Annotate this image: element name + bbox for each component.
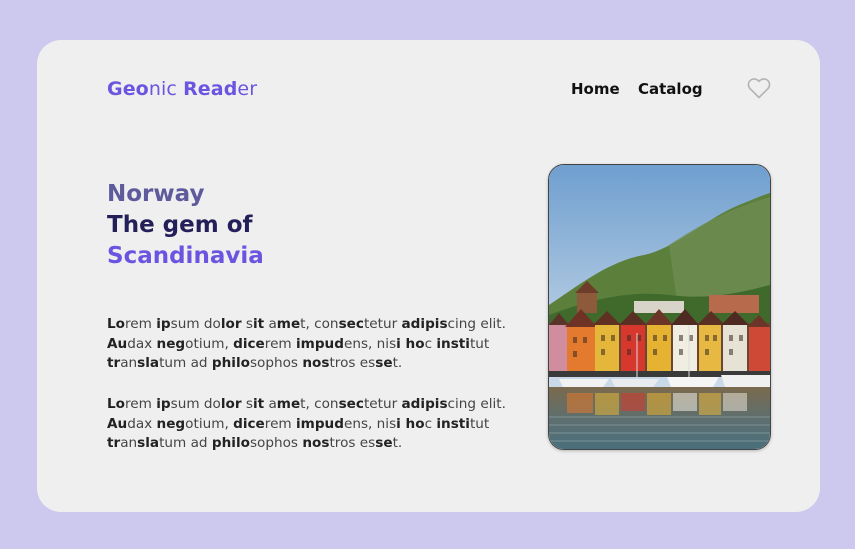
paragraph-text-fragment: it [252,396,265,412]
paragraph-text-fragment: t, con [300,396,339,412]
paragraph-text-fragment: me [276,396,301,412]
paragraph-text-fragment: i ho [396,335,425,352]
paragraph-text-fragment: sum do [170,316,221,332]
paragraph-text-fragment: tut [469,335,490,352]
paragraph-text-fragment: sec [338,316,364,332]
paragraph-text-fragment: t. [392,355,403,372]
paragraph-text-fragment: tr [107,435,121,452]
logo-text-part: er [237,78,258,100]
paragraph-text-fragment: i ho [396,415,425,432]
paragraph-text-fragment: adipis [401,396,448,412]
hero-heading: Norway The gem of Scandinavia [107,179,264,272]
paragraph-text-fragment: tros es [329,355,376,372]
paragraph-text-fragment: rem [125,396,157,412]
paragraph-text-fragment: ens, nis [343,335,397,352]
logo-text-part: Rea [183,78,224,100]
paragraph-text-fragment: cing elit. [447,316,506,332]
paragraph-text-fragment: Lo [107,316,126,332]
paragraph-text-fragment: neg [156,415,186,432]
heart-icon[interactable] [747,77,771,99]
paragraph-text-fragment: a [264,396,277,412]
paragraph-text-fragment: cing elit. [447,396,506,412]
hero-card: Geonic Reader Home Catalog Norway The ge… [37,40,820,512]
app-logo[interactable]: Geonic Reader [107,78,257,100]
paragraph-text-fragment: impud [296,415,344,432]
paragraph-text-fragment: ip [156,316,171,332]
paragraph-text-fragment: tr [107,355,121,372]
paragraph-text-fragment: dice [233,335,265,352]
logo-text-part: Geo [107,78,149,100]
paragraph-text-fragment: sec [338,396,364,412]
paragraph-text-fragment: me [276,316,301,332]
paragraph-text-fragment: an [120,355,138,372]
paragraph-text-fragment: s [241,396,253,412]
paragraph-text-fragment: ens, nis [343,415,397,432]
hero-title-tagline: The gem of [107,212,253,238]
paragraph-text-fragment: otium, [185,415,234,432]
paragraph-text-fragment: lor [220,396,242,412]
paragraph-text-fragment: s [241,316,253,332]
paragraph-text-fragment: nos [302,435,330,452]
paragraph-text-fragment: nos [302,355,330,372]
paragraph-text-fragment: tum ad [159,355,212,372]
paragraph-text-fragment: tetur [363,396,402,412]
paragraph-text-fragment: dax [127,335,157,352]
paragraph-text-fragment: Lo [107,396,126,412]
paragraph-text-fragment: insti [436,415,470,432]
paragraph-text-fragment: ip [156,396,171,412]
paragraph-text-fragment: Au [107,415,128,432]
paragraph-text-fragment: sophos [249,435,303,452]
paragraph-text-fragment: otium, [185,335,234,352]
paragraph-text-fragment: rem [264,335,296,352]
hero-title-country: Norway [107,181,205,207]
description-paragraph-2: Lorem ipsum dolor sit amet, consectetur … [107,395,527,454]
paragraph-text-fragment: dax [127,415,157,432]
paragraph-text-fragment: sla [137,355,160,372]
paragraph-text-fragment: neg [156,335,186,352]
paragraph-text-fragment: philo [211,435,250,452]
paragraph-text-fragment: t. [392,435,403,452]
nav-catalog-link[interactable]: Catalog [638,80,703,98]
paragraph-text-fragment: an [120,435,138,452]
paragraph-text-fragment: sophos [249,355,303,372]
paragraph-text-fragment: se [375,435,393,452]
paragraph-text-fragment: rem [125,316,157,332]
paragraph-text-fragment: c [424,335,437,352]
paragraph-text-fragment: tetur [363,316,402,332]
paragraph-text-fragment: tum ad [159,435,212,452]
paragraph-text-fragment: rem [264,415,296,432]
paragraph-text-fragment: a [264,316,277,332]
paragraph-text-fragment: tut [469,415,490,432]
hero-title-region: Scandinavia [107,243,264,269]
bergen-harbor-image [548,164,771,450]
logo-text-part: nic [148,78,177,100]
nav-home-link[interactable]: Home [571,80,620,98]
paragraph-text-fragment: philo [211,355,250,372]
paragraph-text-fragment: sla [137,435,160,452]
paragraph-text-fragment: c [424,415,437,432]
paragraph-text-fragment: insti [436,335,470,352]
paragraph-text-fragment: t, con [300,316,339,332]
paragraph-text-fragment: sum do [170,396,221,412]
paragraph-text-fragment: se [375,355,393,372]
paragraph-text-fragment: dice [233,415,265,432]
paragraph-text-fragment: lor [220,316,242,332]
paragraph-text-fragment: it [252,316,265,332]
paragraph-text-fragment: adipis [401,316,448,332]
paragraph-text-fragment: Au [107,335,128,352]
logo-text-part: d [223,78,238,100]
paragraph-text-fragment: impud [296,335,344,352]
description-paragraph-1: Lorem ipsum dolor sit amet, consectetur … [107,315,527,374]
paragraph-text-fragment: tros es [329,435,376,452]
